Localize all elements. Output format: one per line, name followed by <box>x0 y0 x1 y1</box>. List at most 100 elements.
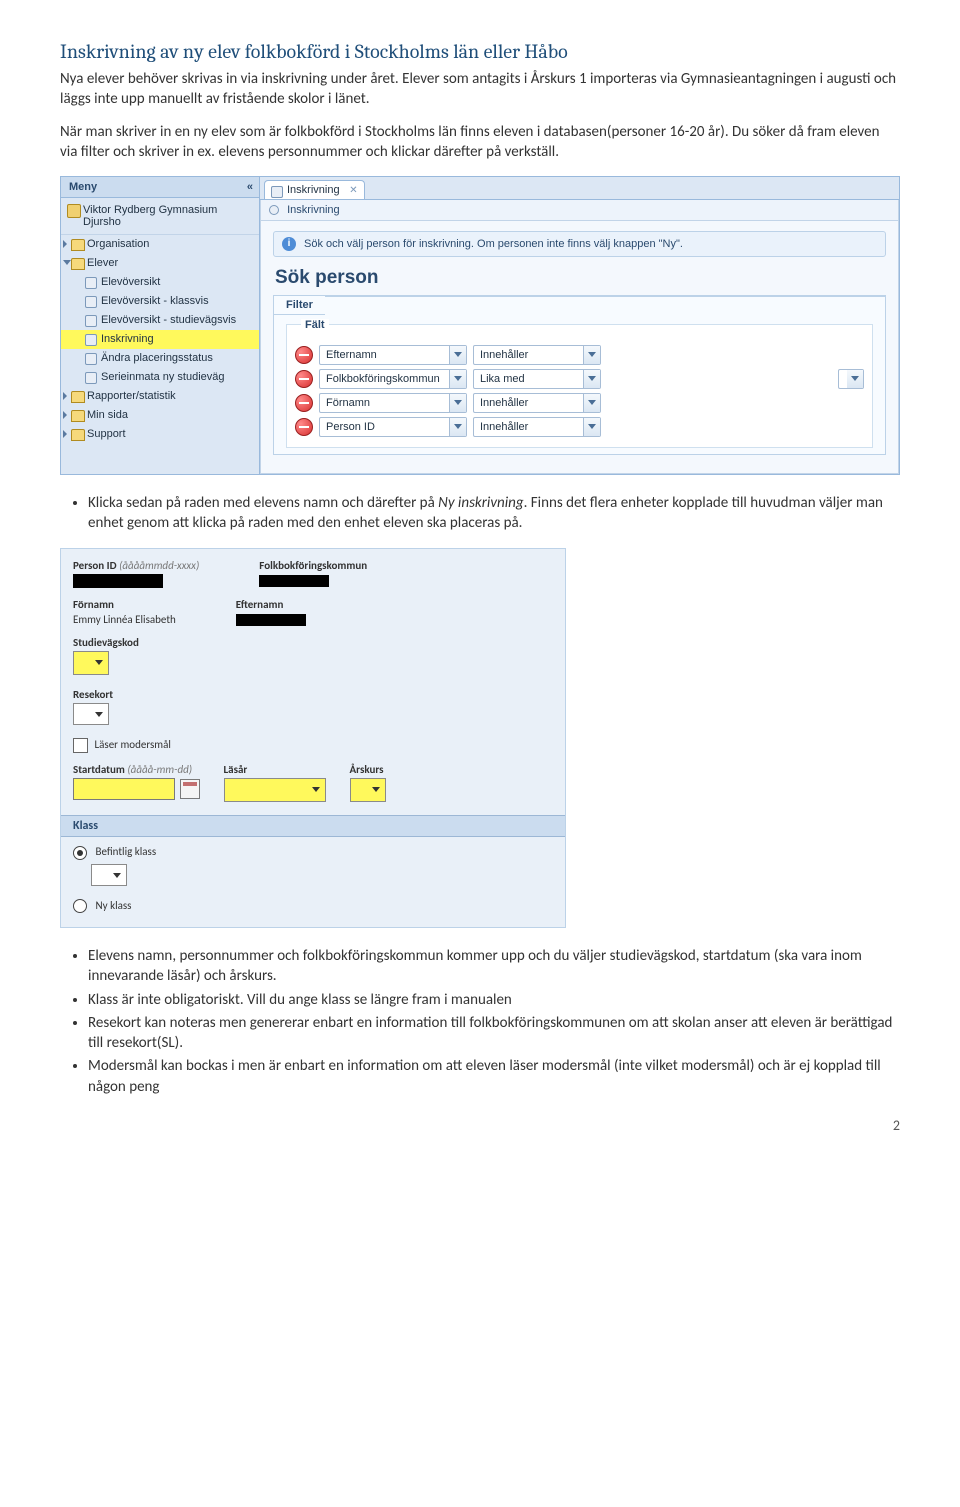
efternamn-label: Efternamn <box>236 598 306 611</box>
sidebar-school-name[interactable]: Viktor Rydberg Gymnasium Djursho <box>61 198 259 235</box>
studievagskod-select[interactable] <box>73 651 109 675</box>
combo-text: Person ID <box>326 421 375 433</box>
tree-label: Rapporter/statistik <box>87 390 176 402</box>
list-item: Klicka sedan på raden med elevens namn o… <box>88 493 900 534</box>
startdatum-field: Startdatum (åååå-mm-dd) <box>73 763 200 805</box>
modersmal-checkbox[interactable] <box>73 738 88 753</box>
tree-folder-rapporter[interactable]: Rapporter/statistik <box>61 387 259 406</box>
list-item: Modersmål kan bockas i men är enbart en … <box>88 1056 900 1097</box>
tree-item-inskrivning[interactable]: Inskrivning <box>61 330 259 349</box>
befintlig-klass-label: Befintlig klass <box>96 845 157 858</box>
tree-folder-minsida[interactable]: Min sida <box>61 406 259 425</box>
calendar-icon[interactable] <box>180 779 200 799</box>
tree-label: Support <box>87 428 126 440</box>
hint-text: (åååå-mm-dd) <box>127 763 192 776</box>
chevron-down-icon <box>449 346 466 364</box>
field-combo[interactable]: Förnamn <box>319 393 467 413</box>
field-combo[interactable]: Folkbokföringskommun <box>319 369 467 389</box>
bullet-icon <box>269 205 279 215</box>
chevron-down-icon <box>449 418 466 436</box>
value-combo[interactable] <box>838 369 864 389</box>
remove-filter-button[interactable] <box>295 346 313 364</box>
tab-label: Inskrivning <box>287 184 340 196</box>
chevron-down-icon <box>449 394 466 412</box>
tree-item-elevoversikt[interactable]: Elevöversikt <box>61 273 259 292</box>
tree-folder-organisation[interactable]: Organisation <box>61 235 259 254</box>
operator-combo[interactable]: Innehåller <box>473 393 601 413</box>
fornamn-value: Emmy Linnéa Elisabeth <box>73 613 176 626</box>
field-combo[interactable]: Efternamn <box>319 345 467 365</box>
filter-row: Förnamn Innehåller <box>295 393 864 413</box>
chevron-down-icon <box>583 394 600 412</box>
tree-item-andra-placeringsstatus[interactable]: Ändra placeringsstatus <box>61 349 259 368</box>
fornamn-label: Förnamn <box>73 598 176 611</box>
combo-text: Innehåller <box>480 349 528 361</box>
tree-folder-support[interactable]: Support <box>61 425 259 444</box>
resekort-label: Resekort <box>73 688 553 701</box>
remove-filter-button[interactable] <box>295 394 313 412</box>
list-item: Resekort kan noteras men genererar enbar… <box>88 1013 900 1054</box>
combo-text: Folkbokföringskommun <box>326 373 440 385</box>
list-item: Klass är inte obligatoriskt. Vill du ang… <box>88 990 900 1010</box>
arskurs-field: Årskurs <box>350 763 386 805</box>
combo-text: Innehåller <box>480 397 528 409</box>
screenshot-filter-panel: Meny « Viktor Rydberg Gymnasium Djursho … <box>60 176 900 475</box>
text: Klicka sedan på raden med elevens namn o… <box>88 494 438 512</box>
startdatum-label: Startdatum (åååå-mm-dd) <box>73 763 200 776</box>
tab-inskrivning[interactable]: Inskrivning ✕ <box>264 180 365 199</box>
filter-row: Folkbokföringskommun Lika med <box>295 369 864 389</box>
ny-klass-label: Ny klass <box>96 899 132 912</box>
field-combo[interactable]: Person ID <box>319 417 467 437</box>
bullet-list-1: Klicka sedan på raden med elevens namn o… <box>70 493 900 534</box>
hint-text: (ååååmmdd-xxxx) <box>119 559 199 572</box>
tree-item-elevoversikt-studievagsvis[interactable]: Elevöversikt - studievägsvis <box>61 311 259 330</box>
klass-section-title: Klass <box>61 815 565 837</box>
filter-row: Person ID Innehåller <box>295 417 864 437</box>
arskurs-select[interactable] <box>350 778 386 802</box>
sidebar-title: Meny « <box>61 177 259 198</box>
modersmal-label: Läser modersmål <box>95 738 171 751</box>
person-id-label: Person ID (ååååmmdd-xxxx) <box>73 559 199 572</box>
befintlig-klass-radio[interactable] <box>73 846 87 860</box>
chevron-down-icon <box>583 418 600 436</box>
page-heading: Inskrivning av ny elev folkbokförd i Sto… <box>60 40 900 63</box>
list-item: Elevens namn, personnummer och folkbokfö… <box>88 946 900 987</box>
bullet-list-2: Elevens namn, personnummer och folkbokfö… <box>70 946 900 1097</box>
collapse-icon[interactable]: « <box>247 181 253 193</box>
tree-item-elevoversikt-klassvis[interactable]: Elevöversikt - klassvis <box>61 292 259 311</box>
italic-text: Ny inskrivning <box>438 494 523 512</box>
operator-combo[interactable]: Innehåller <box>473 345 601 365</box>
remove-filter-button[interactable] <box>295 418 313 436</box>
remove-filter-button[interactable] <box>295 370 313 388</box>
chevron-down-icon <box>583 346 600 364</box>
redacted-value <box>259 575 329 587</box>
person-id-field: Person ID (ååååmmdd-xxxx) <box>73 559 199 588</box>
studievagskod-label: Studievägskod <box>73 636 553 649</box>
tree-folder-elever[interactable]: Elever <box>61 254 259 273</box>
search-title: Sök person <box>275 267 898 289</box>
resekort-select[interactable] <box>73 703 109 725</box>
filter-row: Efternamn Innehåller <box>295 345 864 365</box>
combo-text: Lika med <box>480 373 525 385</box>
tree-label: Min sida <box>87 409 128 421</box>
combo-text: Innehåller <box>480 421 528 433</box>
startdatum-input[interactable] <box>73 778 175 800</box>
panel-body: Inskrivning Sök och välj person för insk… <box>260 200 899 474</box>
sidebar: Meny « Viktor Rydberg Gymnasium Djursho … <box>61 177 260 474</box>
arskurs-label: Årskurs <box>350 763 386 776</box>
intro-paragraph-2: När man skriver in en ny elev som är fol… <box>60 122 900 163</box>
lasar-select[interactable] <box>224 778 326 802</box>
panel-crumb-text: Inskrivning <box>287 204 340 216</box>
tree-label: Organisation <box>87 238 149 250</box>
sidebar-title-text: Meny <box>69 181 97 193</box>
operator-combo[interactable]: Lika med <box>473 369 601 389</box>
close-icon[interactable]: ✕ <box>349 185 357 196</box>
combo-text: Förnamn <box>326 397 370 409</box>
ny-klass-radio[interactable] <box>73 899 87 913</box>
lasar-field: Läsår <box>224 763 326 805</box>
klass-select[interactable] <box>91 864 127 886</box>
operator-combo[interactable]: Innehåller <box>473 417 601 437</box>
tree-item-serieinmata[interactable]: Serieinmata ny studieväg <box>61 368 259 387</box>
lasar-label: Läsår <box>224 763 326 776</box>
fields-title: Fält <box>301 319 329 331</box>
